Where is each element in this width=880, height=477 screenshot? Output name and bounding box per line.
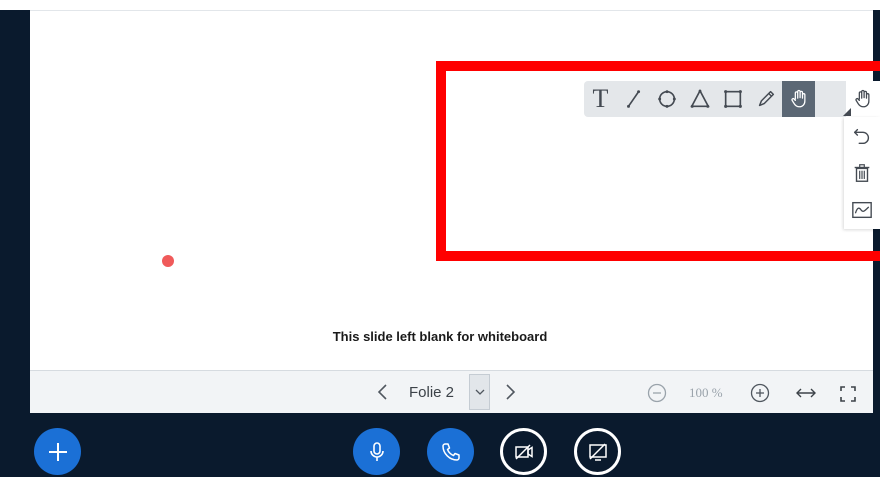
text-icon: T [592,84,609,113]
whiteboard-toolbar: T [584,81,846,117]
triangle-icon [689,88,710,108]
rectangle-tool-button[interactable] [716,81,749,117]
zoom-level: 100 % [689,385,723,400]
minus-circle-icon [647,383,667,403]
hand-icon [790,89,806,108]
triangle-tool-button[interactable] [683,81,716,117]
rectangle-icon [723,90,742,108]
multi-user-whiteboard-button[interactable] [844,191,880,228]
pencil-icon [758,90,774,107]
slide-number-label: Folie 2 [409,384,455,401]
fit-width-icon [796,388,816,398]
next-slide-button[interactable] [498,379,522,405]
microphone-icon [369,441,384,461]
multi-user-whiteboard-icon [852,201,872,218]
pan-tool-menu-button[interactable] [846,81,880,117]
ellipse-tool-button[interactable] [650,81,683,117]
zoom-out-button[interactable] [646,382,668,404]
hand-icon [855,89,870,108]
zoom-in-button[interactable] [749,382,771,404]
chevron-down-icon [475,389,484,395]
undo-icon [853,128,870,144]
slide-select-dropdown[interactable] [469,374,490,410]
fullscreen-button[interactable] [838,384,858,404]
line-icon [626,90,640,108]
actions-menu-button[interactable] [34,428,81,475]
chevron-left-icon [377,384,387,400]
video-off-icon [514,443,533,460]
pencil-tool-button[interactable] [749,81,782,117]
presenter-cursor-dot [162,255,174,267]
pan-tool-button[interactable] [782,81,815,117]
undo-button[interactable] [844,117,880,154]
top-strip [0,0,880,10]
screenshare-toggle-button[interactable] [574,428,621,475]
plus-icon [48,442,67,461]
left-background-bar [0,10,30,477]
text-tool-button[interactable]: T [584,81,617,117]
slide-caption: This slide left blank for whiteboard [332,329,548,344]
whiteboard-side-tools [844,117,880,229]
fit-to-width-button[interactable] [794,385,818,401]
phone-icon [441,442,460,461]
previous-slide-button[interactable] [371,379,395,405]
plus-circle-icon [750,383,770,403]
chevron-right-icon [506,384,516,400]
line-tool-button[interactable] [617,81,650,117]
video-toggle-button[interactable] [500,428,547,475]
microphone-button[interactable] [353,428,400,475]
tool-menu-caret [843,108,851,116]
ellipse-icon [657,90,676,108]
screenshare-off-icon [588,442,607,461]
trash-icon [854,163,870,182]
audio-call-button[interactable] [427,428,474,475]
clear-all-button[interactable] [844,154,880,191]
fullscreen-icon [840,386,856,402]
